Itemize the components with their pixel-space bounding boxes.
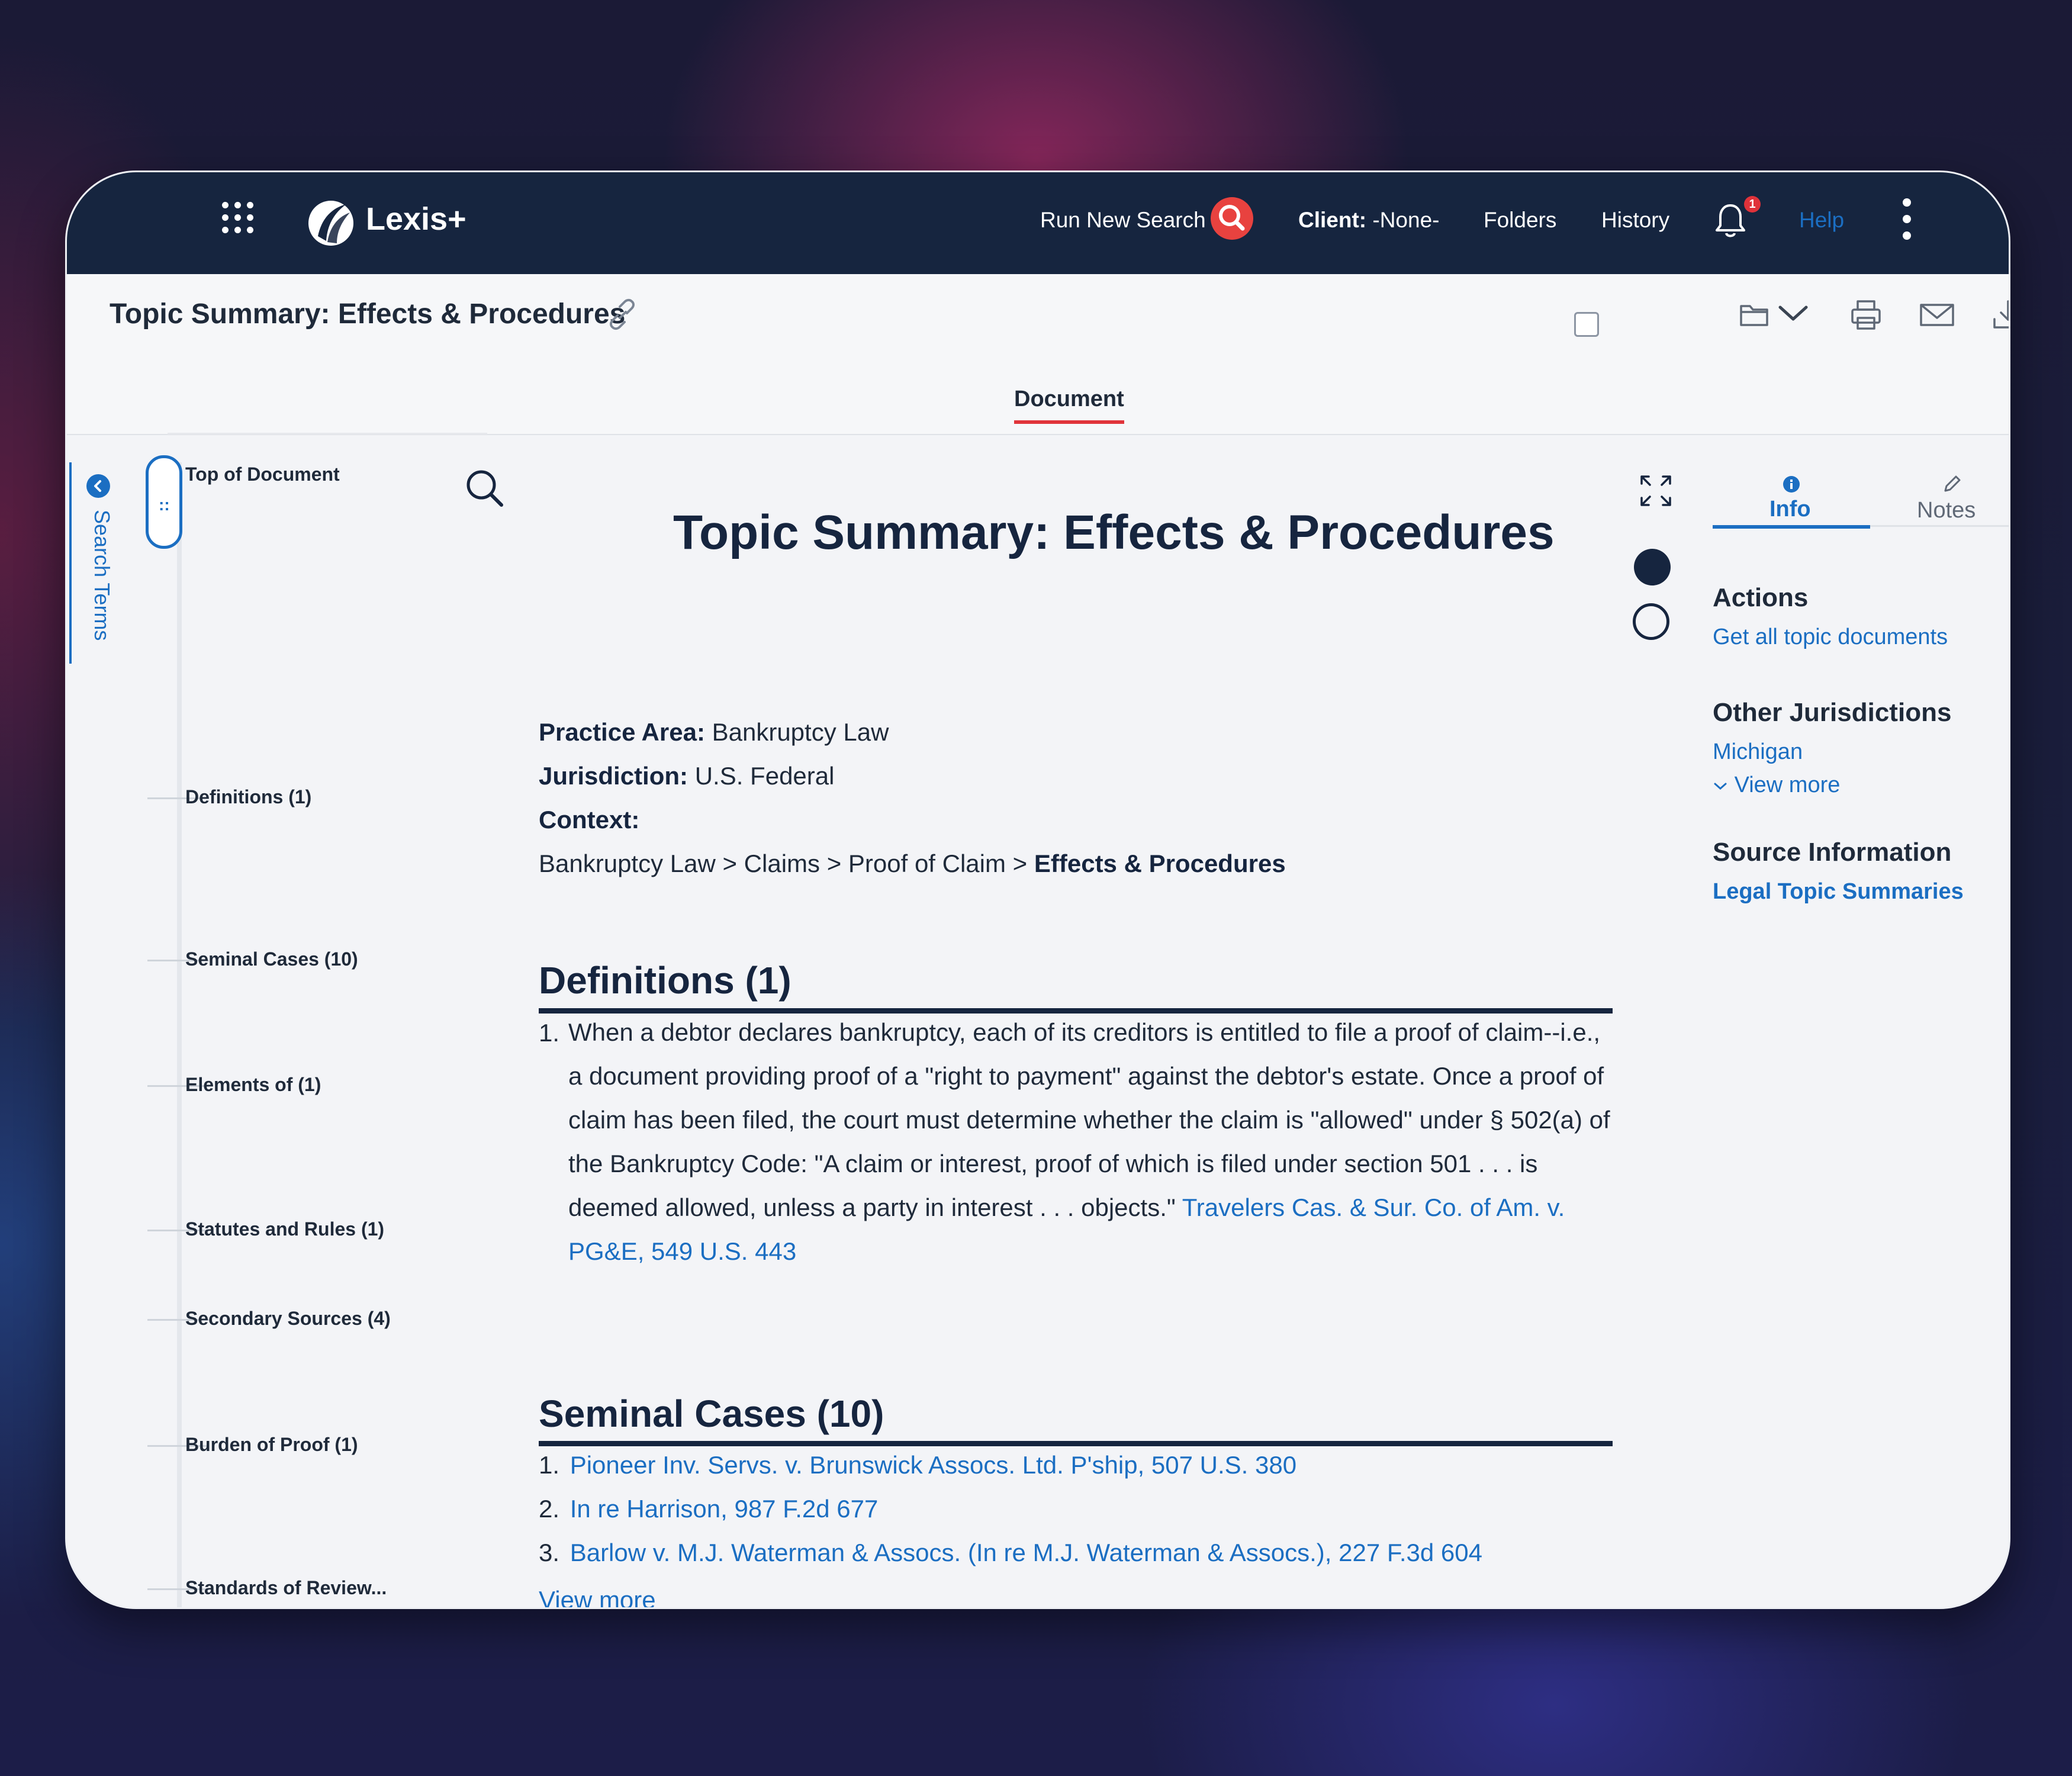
tab-info[interactable]: Info xyxy=(1713,468,1870,529)
folders-link[interactable]: Folders xyxy=(1484,208,1556,233)
context-breadcrumb: Bankruptcy Law > Claims > Proof of Claim… xyxy=(539,850,1286,878)
help-link[interactable]: Help xyxy=(1799,208,1844,233)
definitions-heading: Definitions (1) xyxy=(539,959,792,1002)
context-current: Effects & Procedures xyxy=(1034,850,1286,877)
list-item: 1. Pioneer Inv. Servs. v. Brunswick Asso… xyxy=(539,1451,1296,1479)
client-value: -None- xyxy=(1372,208,1440,232)
tab-document[interactable]: Document xyxy=(1014,387,1124,424)
toc-divider xyxy=(168,433,487,435)
list-item: 2. In re Harrison, 987 F.2d 677 xyxy=(539,1495,878,1523)
michigan-link[interactable]: Michigan xyxy=(1713,739,1803,765)
toc-secondary-sources[interactable]: Secondary Sources (4) xyxy=(185,1308,391,1330)
view-more-cases-link[interactable]: View more xyxy=(539,1586,656,1607)
chevron-down-icon[interactable] xyxy=(1777,301,1810,325)
practice-area-label: Practice Area: xyxy=(539,718,705,746)
source-information-heading: Source Information xyxy=(1713,838,1952,867)
jurisdiction-value: U.S. Federal xyxy=(694,762,835,790)
run-new-search-link[interactable]: Run New Search xyxy=(1040,208,1206,233)
tab-info-label: Info xyxy=(1769,497,1811,522)
toc-top-of-document[interactable]: Top of Document xyxy=(185,464,340,485)
toc-statutes-and-rules[interactable]: Statutes and Rules (1) xyxy=(185,1218,384,1240)
info-icon xyxy=(1783,476,1800,493)
expand-icon[interactable] xyxy=(1638,473,1674,509)
lexis-logo-icon[interactable] xyxy=(304,195,358,249)
toc-definitions[interactable]: Definitions (1) xyxy=(185,786,311,808)
chevron-down-icon xyxy=(1714,783,1727,790)
search-terms-tab[interactable]: Search Terms xyxy=(85,510,114,664)
practice-area-value: Bankruptcy Law xyxy=(712,718,889,746)
jurisdiction: Jurisdiction: U.S. Federal xyxy=(539,762,834,790)
practice-area: Practice Area: Bankruptcy Law xyxy=(539,718,889,747)
case-number: 1. xyxy=(539,1451,560,1479)
drag-grip-icon: :: xyxy=(159,496,170,514)
toc-scroll-handle[interactable]: :: xyxy=(146,455,182,549)
actions-heading: Actions xyxy=(1713,583,1809,612)
folder-icon[interactable] xyxy=(1739,298,1772,331)
toc-seminal-cases[interactable]: Seminal Cases (10) xyxy=(185,948,358,970)
toc-burden-of-proof[interactable]: Burden of Proof (1) xyxy=(185,1434,358,1456)
download-icon[interactable] xyxy=(1991,298,2010,332)
context-label: Context: xyxy=(539,806,640,834)
other-jurisdictions-heading: Other Jurisdictions xyxy=(1713,698,1952,727)
view-more-jurisdictions[interactable]: View more xyxy=(1713,773,1840,798)
tab-notes[interactable]: Notes xyxy=(1893,468,2009,529)
case-link[interactable]: Barlow v. M.J. Waterman & Assocs. (In re… xyxy=(570,1539,1482,1566)
search-terms-indicator xyxy=(69,462,72,664)
definition-text: When a debtor declares bankruptcy, each … xyxy=(568,1011,1616,1273)
view-toggle-empty[interactable] xyxy=(1633,603,1669,640)
history-link[interactable]: History xyxy=(1601,208,1669,233)
list-item: 3. Barlow v. M.J. Waterman & Assocs. (In… xyxy=(539,1539,1482,1567)
case-link[interactable]: In re Harrison, 987 F.2d 677 xyxy=(570,1495,879,1523)
find-in-document-icon[interactable] xyxy=(462,466,507,511)
lexis-logo-text[interactable]: Lexis+ xyxy=(366,201,466,237)
client-selector[interactable]: Client: -None- xyxy=(1298,208,1440,233)
apps-grid-icon[interactable] xyxy=(222,202,254,234)
notification-badge: 1 xyxy=(1744,196,1761,213)
get-all-topic-documents-link[interactable]: Get all topic documents xyxy=(1713,625,1948,650)
definition-body: When a debtor declares bankruptcy, each … xyxy=(568,1018,1610,1221)
definition-number: 1. xyxy=(539,1019,560,1047)
search-icon[interactable] xyxy=(1211,197,1253,240)
case-link[interactable]: Pioneer Inv. Servs. v. Brunswick Assocs.… xyxy=(570,1451,1296,1479)
toc-elements-of[interactable]: Elements of (1) xyxy=(185,1074,321,1096)
jurisdiction-label: Jurisdiction: xyxy=(539,762,688,790)
select-document-checkbox[interactable] xyxy=(1574,312,1599,337)
toc-standards-of-review[interactable]: Standards of Review... xyxy=(185,1577,387,1599)
pencil-icon xyxy=(1944,475,1961,492)
bell-icon[interactable] xyxy=(1713,201,1748,240)
document-title: Topic Summary: Effects & Procedures xyxy=(673,506,1555,559)
case-number: 3. xyxy=(539,1539,560,1566)
document-header: Topic Summary: Effects & Procedures Docu… xyxy=(67,274,2009,435)
chevron-left-icon[interactable] xyxy=(86,474,110,498)
legal-topic-summaries-link[interactable]: Legal Topic Summaries xyxy=(1713,879,1964,905)
client-label: Client: xyxy=(1298,208,1367,232)
top-nav-bar: Lexis+ Run New Search Client: -None- Fol… xyxy=(67,172,2009,274)
toc-scroll-rail[interactable] xyxy=(177,462,182,1607)
case-number: 2. xyxy=(539,1495,560,1523)
seminal-cases-heading: Seminal Cases (10) xyxy=(539,1392,884,1435)
app-window: Lexis+ Run New Search Client: -None- Fol… xyxy=(65,170,2010,1609)
document-header-title: Topic Summary: Effects & Procedures xyxy=(110,298,626,330)
context-path: Bankruptcy Law > Claims > Proof of Claim… xyxy=(539,850,1028,877)
tab-notes-label: Notes xyxy=(1917,498,1976,523)
print-icon[interactable] xyxy=(1849,298,1883,332)
link-icon[interactable] xyxy=(606,298,639,331)
email-icon[interactable] xyxy=(1919,298,1955,332)
more-vertical-icon[interactable] xyxy=(1901,198,1913,242)
section-rule xyxy=(539,1441,1613,1446)
view-more-jurisdictions-label: View more xyxy=(1734,773,1841,797)
view-toggle-filled[interactable] xyxy=(1634,549,1671,585)
